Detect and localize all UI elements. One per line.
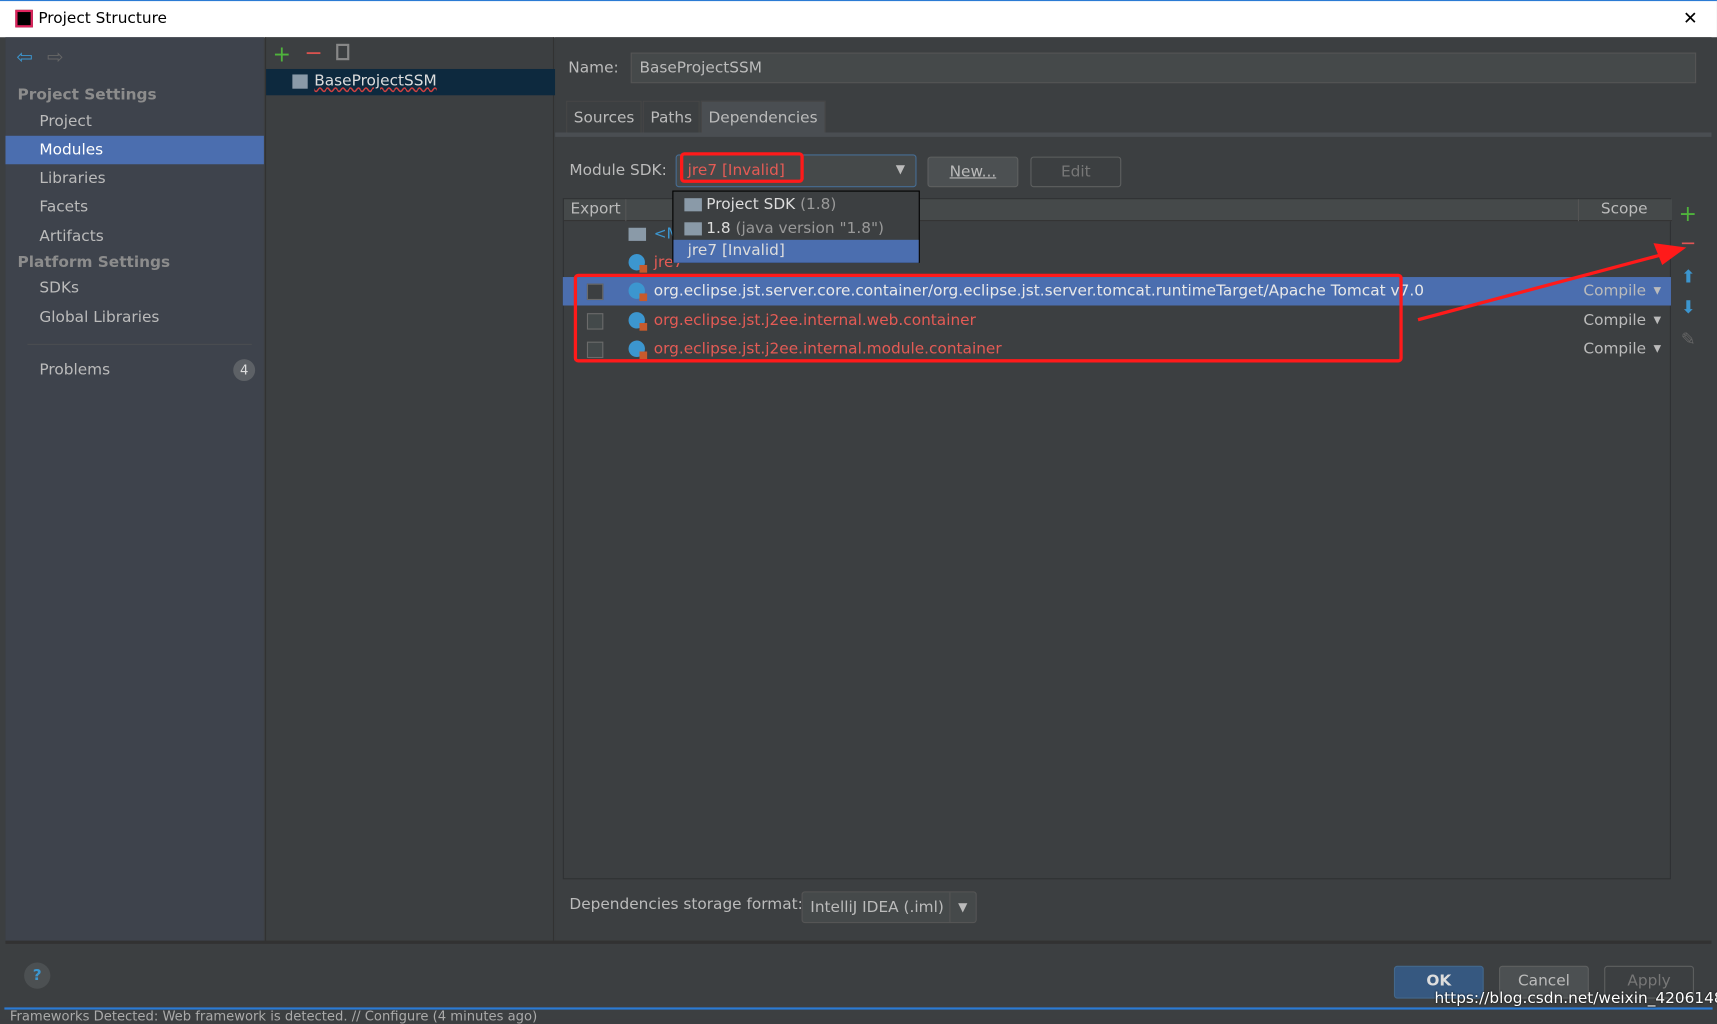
sdk-folder-icon	[684, 222, 702, 236]
new-label: New...	[949, 163, 997, 181]
column-divider	[625, 199, 627, 222]
sdk-option-detail: (1.8)	[800, 196, 837, 214]
sdk-icon	[628, 254, 648, 273]
problems-count-badge: 4	[233, 359, 256, 382]
annotation-arrow-icon	[1417, 243, 1687, 322]
sdk-option-label: 1.8	[706, 220, 731, 238]
edit-sdk-button[interactable]: Edit	[1030, 156, 1122, 188]
edit-pencil-icon[interactable]: ✎	[1681, 329, 1696, 350]
module-sdk-label: Module SDK:	[569, 162, 667, 180]
window-title: Project Structure	[38, 9, 167, 28]
section-platform-settings: Platform Settings	[17, 254, 171, 272]
remove-icon[interactable]: −	[304, 39, 322, 65]
sidebar-item-project[interactable]: Project	[5, 107, 263, 135]
help-button[interactable]: ?	[24, 962, 51, 989]
add-dependency-icon[interactable]: +	[1679, 200, 1697, 226]
scope-header[interactable]: Scope	[1601, 200, 1648, 218]
sidebar-item-modules[interactable]: Modules	[5, 135, 264, 165]
storage-format-select[interactable]: IntelliJ IDEA (.iml) ▼	[801, 891, 977, 924]
sdk-option[interactable]: Project SDK (1.8)	[673, 193, 918, 217]
back-icon[interactable]: ⇦	[16, 46, 33, 69]
divider	[27, 343, 252, 345]
module-name: BaseProjectSSM	[314, 72, 437, 90]
sidebar-item-global-libraries[interactable]: Global Libraries	[5, 303, 263, 331]
sidebar: ⇦ ⇨ Project Settings Project Modules Lib…	[5, 37, 264, 942]
export-header[interactable]: Export	[570, 200, 620, 218]
annotation-box-sdk	[679, 152, 804, 183]
footer-divider	[5, 940, 1712, 944]
sdk-dropdown-list: Project SDK (1.8) 1.8 (java version "1.8…	[672, 190, 920, 263]
storage-format-label: Dependencies storage format:	[569, 895, 803, 914]
column-divider	[1577, 199, 1579, 222]
tab-underline	[555, 132, 1712, 137]
module-item[interactable]: BaseProjectSSM	[266, 68, 556, 96]
copy-icon[interactable]	[336, 43, 350, 61]
storage-format-value: IntelliJ IDEA (.iml)	[810, 898, 944, 917]
close-button[interactable]: ✕	[1683, 8, 1698, 29]
watermark: https://blog.csdn.net/weixin_42061487	[1434, 989, 1717, 1008]
tab-dependencies[interactable]: Dependencies	[700, 100, 826, 134]
chevron-down-icon: ▼	[958, 900, 968, 915]
add-icon[interactable]: +	[273, 41, 291, 67]
chevron-down-icon: ▼	[1653, 343, 1662, 355]
name-label: Name:	[568, 59, 619, 77]
sidebar-item-problems[interactable]: Problems	[5, 356, 263, 384]
status-bar: Frameworks Detected: Web framework is de…	[9, 1008, 538, 1024]
annotation-box-dependencies	[573, 273, 1403, 363]
name-input[interactable]: BaseProjectSSM	[630, 52, 1697, 84]
forward-icon[interactable]: ⇨	[47, 46, 64, 69]
module-list-panel: + − BaseProjectSSM	[264, 37, 556, 942]
sidebar-item-artifacts[interactable]: Artifacts	[5, 222, 263, 250]
sdk-folder-icon	[684, 198, 702, 212]
sdk-option-detail: (java version "1.8")	[735, 220, 884, 238]
module-folder-icon	[292, 74, 308, 89]
sdk-option-selected[interactable]: jre7 [Invalid]	[673, 239, 919, 263]
scope-select[interactable]: Compile	[1583, 335, 1646, 363]
tab-paths[interactable]: Paths	[642, 100, 700, 134]
chevron-down-icon: ▼	[895, 162, 905, 177]
sdk-option-label: Project SDK	[706, 196, 796, 214]
tab-sources[interactable]: Sources	[566, 100, 643, 134]
sdk-option[interactable]: 1.8 (java version "1.8")	[673, 217, 918, 241]
section-project-settings: Project Settings	[17, 86, 157, 105]
title-bar: Project Structure ✕	[0, 0, 1717, 38]
sidebar-item-libraries[interactable]: Libraries	[5, 164, 263, 192]
intellij-logo-icon	[15, 9, 33, 28]
folder-icon	[628, 227, 647, 241]
sidebar-item-facets[interactable]: Facets	[5, 193, 263, 221]
new-sdk-button[interactable]: New...	[927, 156, 1019, 188]
sidebar-item-sdks[interactable]: SDKs	[5, 274, 263, 302]
divider	[949, 892, 951, 922]
